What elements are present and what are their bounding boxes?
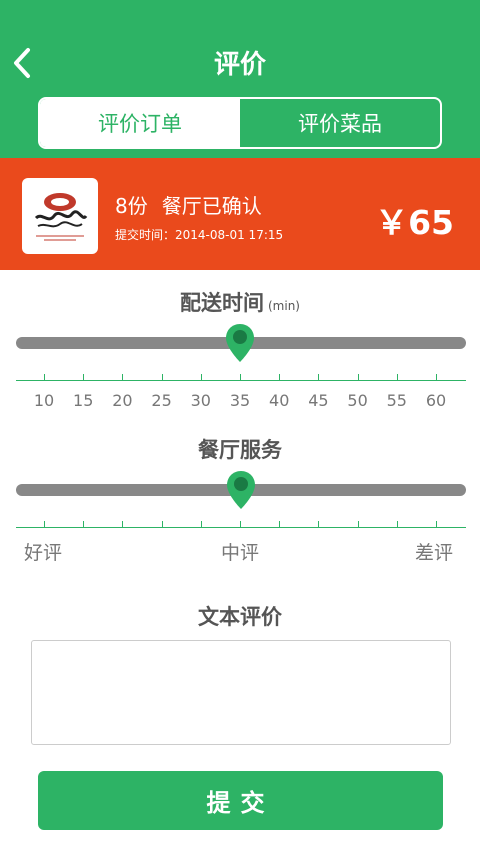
order-submit-time: 提交时间：2014-08-01 17:15 [115, 228, 284, 242]
comment-textarea[interactable] [31, 640, 451, 745]
delivery-time-ruler [16, 369, 466, 381]
tab-rate-order[interactable]: 评价订单 [40, 99, 240, 147]
delivery-time-title: 配送时间 [180, 291, 264, 315]
order-status-line: 8份 餐厅已确认 [115, 190, 262, 219]
delivery-tick-label: 25 [151, 391, 172, 410]
ruler-tick [200, 521, 202, 527]
ruler-tick [318, 521, 320, 527]
order-price: ￥65 [375, 203, 454, 242]
ruler-tick [279, 374, 281, 380]
ruler-tick [436, 374, 437, 380]
delivery-tick-label: 60 [425, 391, 447, 410]
ruler-tick [240, 521, 241, 527]
ruler-tick [436, 521, 437, 527]
submit-button[interactable]: 提交 [38, 771, 443, 830]
delivery-time-slider-thumb[interactable] [225, 323, 255, 363]
ruler-tick [318, 374, 320, 380]
delivery-tick-label: 30 [190, 391, 211, 410]
ruler-tick [44, 521, 45, 527]
delivery-tick-label: 20 [112, 391, 133, 410]
service-slider-thumb[interactable] [226, 470, 256, 510]
order-quantity: 8份 [115, 194, 148, 218]
order-status: 餐厅已确认 [161, 194, 262, 218]
delivery-tick-label: 10 [33, 391, 55, 410]
ruler-tick [83, 521, 85, 527]
restaurant-logo [22, 178, 98, 254]
ruler-tick [44, 374, 45, 380]
ruler-tick [161, 521, 163, 527]
delivery-time-heading: 配送时间 (min) [0, 287, 480, 317]
service-ruler [16, 516, 466, 528]
order-summary: 8份 餐厅已确认 提交时间：2014-08-01 17:15 ￥65 [0, 158, 480, 270]
ruler-tick [396, 521, 398, 527]
ruler-tick [279, 521, 281, 527]
ruler-tick [240, 374, 241, 380]
rating-medium-label: 中评 [221, 542, 260, 564]
ruler-tick [161, 374, 163, 380]
ruler-tick [396, 374, 398, 380]
ruler-tick [357, 521, 359, 527]
ruler-tick [200, 374, 202, 380]
rating-bad-label: 差评 [415, 542, 454, 564]
ruler-tick [122, 521, 124, 527]
page-title: 评价 [213, 50, 266, 80]
ruler-tick [83, 374, 85, 380]
header-bar: 评价 评价订单 评价菜品 [0, 0, 480, 158]
delivery-time-unit: (min) [268, 299, 300, 313]
service-title: 餐厅服务 [198, 438, 282, 462]
comment-title: 文本评价 [198, 605, 282, 629]
ruler-tick [357, 374, 359, 380]
rating-good-label: 好评 [24, 542, 63, 564]
ruler-tick [122, 374, 124, 380]
delivery-tick-label: 40 [269, 391, 290, 410]
delivery-tick-label: 15 [73, 391, 94, 410]
tab-rate-dishes[interactable]: 评价菜品 [240, 99, 440, 147]
map-pin-icon [227, 471, 255, 509]
delivery-tick-label: 55 [386, 391, 407, 410]
map-pin-icon [226, 324, 254, 362]
delivery-tick-label: 50 [347, 391, 368, 410]
tab-switcher: 评价订单 评价菜品 [38, 97, 442, 149]
delivery-tick-label: 45 [308, 391, 329, 410]
delivery-tick-label: 35 [229, 391, 251, 410]
